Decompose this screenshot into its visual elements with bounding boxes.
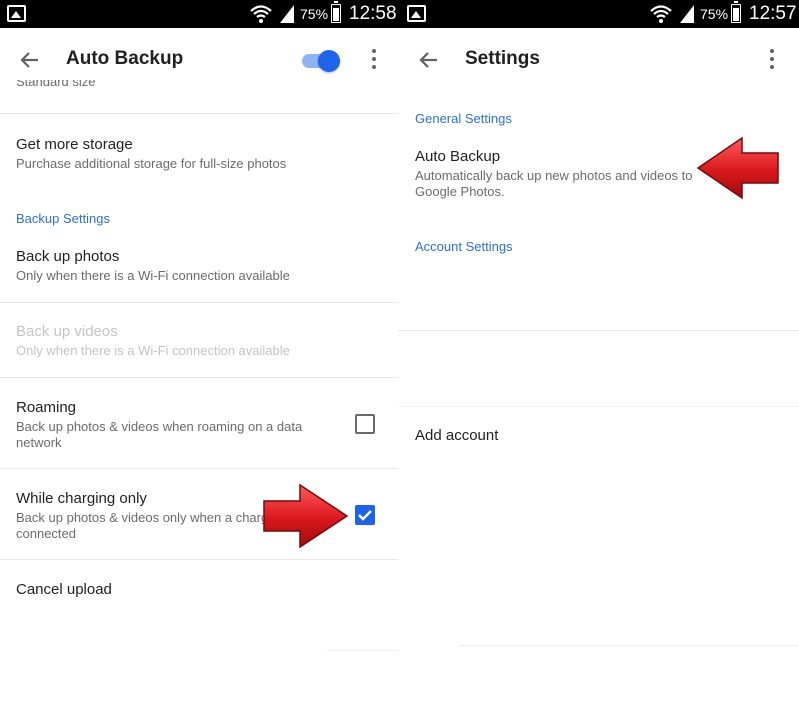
item-subtitle: Back up photos & videos when roaming on … [16, 419, 303, 450]
divider [460, 645, 799, 646]
wifi-icon [250, 5, 272, 23]
status-time: 12:57 [749, 3, 797, 24]
battery-percent: 75% [700, 6, 729, 22]
get-more-storage-item[interactable]: Get more storage Purchase additional sto… [0, 114, 398, 184]
item-title: Cancel upload [16, 581, 112, 598]
status-time: 12:58 [349, 3, 397, 24]
more-vert-icon[interactable] [362, 46, 386, 74]
back-arrow-icon[interactable] [417, 48, 441, 72]
item-subtitle: Purchase additional storage for full-siz… [16, 156, 287, 171]
add-account-item[interactable]: Add account [398, 407, 799, 467]
item-title: Back up photos [16, 248, 120, 265]
roaming-item[interactable]: Roaming Back up photos & videos when roa… [0, 378, 398, 468]
item-title: Auto Backup [415, 148, 501, 165]
divider [398, 330, 799, 331]
red-arrow-icon [263, 483, 349, 549]
gallery-icon [407, 5, 426, 22]
gallery-icon [7, 5, 26, 22]
backup-settings-header: Backup Settings [16, 211, 110, 226]
page-title: Settings [465, 48, 540, 69]
back-arrow-icon[interactable] [18, 48, 42, 72]
account-settings-header: Account Settings [415, 239, 513, 254]
item-title: Get more storage [16, 136, 133, 153]
auto-backup-screen: 75% 12:58 Auto Backup Standard size Get … [0, 0, 398, 715]
cancel-upload-item[interactable]: Cancel upload [0, 560, 398, 620]
item-subtitle: Only when there is a Wi-Fi connection av… [16, 343, 290, 358]
while-charging-checkbox[interactable] [355, 505, 375, 525]
battery-icon [731, 1, 741, 23]
item-title: Roaming [16, 399, 77, 416]
battery-fill [333, 8, 339, 21]
red-arrow-icon [696, 136, 779, 200]
battery-percent: 75% [300, 6, 329, 22]
status-bar: 75% 12:58 [0, 0, 398, 28]
settings-screen: 75% 12:57 Settings General Settings Auto… [398, 0, 799, 715]
status-bar: 75% 12:57 [398, 0, 799, 28]
back-up-videos-item: Back up videos Only when there is a Wi-F… [0, 303, 398, 377]
general-settings-header: General Settings [415, 111, 512, 126]
item-subtitle: Only when there is a Wi-Fi connection av… [16, 268, 290, 283]
cropped-item: Standard size [0, 80, 398, 92]
cropped-text: Standard size [16, 80, 96, 89]
battery-fill [733, 8, 739, 21]
page-title: Auto Backup [66, 48, 184, 69]
item-title: Add account [415, 427, 499, 444]
item-title: While charging only [16, 490, 147, 507]
back-up-photos-item[interactable]: Back up photos Only when there is a Wi-F… [0, 236, 398, 302]
battery-icon [331, 1, 341, 23]
app-bar: Settings [398, 28, 799, 92]
item-subtitle: Automatically back up new photos and vid… [415, 168, 693, 199]
toggle-thumb [318, 50, 340, 72]
roaming-checkbox[interactable] [355, 414, 375, 434]
signal-icon [280, 5, 294, 23]
more-vert-icon[interactable] [760, 46, 784, 74]
check-icon [358, 510, 372, 521]
divider [326, 650, 398, 651]
auto-backup-toggle[interactable] [300, 49, 340, 72]
signal-icon [680, 5, 694, 23]
wifi-icon [650, 5, 672, 23]
item-title: Back up videos [16, 323, 118, 340]
